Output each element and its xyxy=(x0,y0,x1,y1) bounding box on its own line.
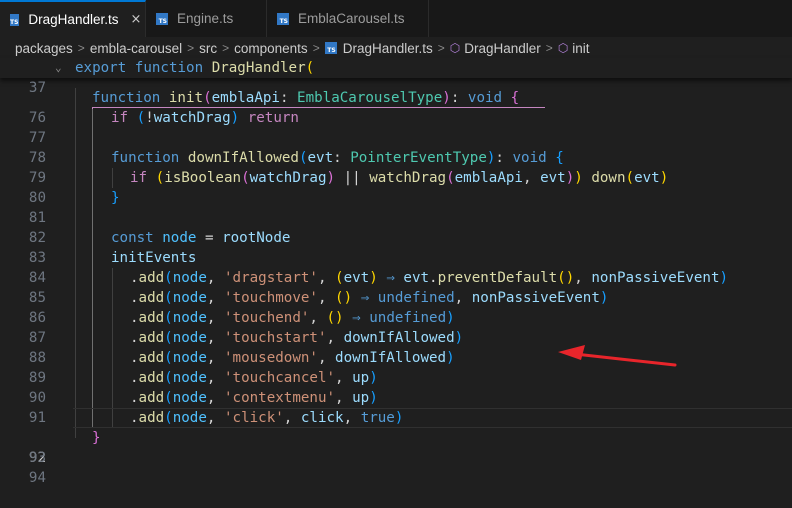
code-text: .add(node, 'mousedown', downIfAllowed) xyxy=(130,350,455,366)
code-line: 77 if (!watchDrag) return xyxy=(0,108,792,146)
code-text: initEvents xyxy=(111,250,197,266)
code-text: } xyxy=(92,430,101,446)
code-text: function downIfAllowed(evt: PointerEvent… xyxy=(111,150,564,166)
breadcrumb: packages > embla-carousel > src > compon… xyxy=(0,37,792,59)
line-number: 37 xyxy=(28,80,46,96)
breadcrumb-inner-function[interactable]: init xyxy=(572,41,589,56)
line-number: 94 xyxy=(28,470,46,486)
typescript-file-icon: TS xyxy=(324,42,337,54)
sticky-scroll-header[interactable]: 37 ⌄ export function DragHandler( xyxy=(0,58,792,96)
chevron-down-icon[interactable]: ⌄ xyxy=(55,58,62,78)
code-text: .add(node, 'touchmove', () ⇒ undefined, … xyxy=(130,290,609,306)
code-line: 93 } xyxy=(0,428,792,466)
code-line: 83 const node = rootNode xyxy=(0,228,792,266)
code-text: .add(node, 'touchstart', downIfAllowed) xyxy=(130,330,464,346)
code-line: 84 initEvents xyxy=(0,248,792,286)
code-line: 85 .add(node, 'dragstart', (evt) ⇒ evt.p… xyxy=(0,268,792,306)
tab-label: Engine.ts xyxy=(177,11,234,26)
cube-symbol-icon: ⬡ xyxy=(449,41,461,55)
typescript-file-icon: TS xyxy=(10,13,20,26)
tab-bar: TS DragHandler.ts × TS Engine.ts TS Embl… xyxy=(0,0,792,38)
code-line: 80 if (isBoolean(watchDrag) || watchDrag… xyxy=(0,168,792,206)
code-line: 78 xyxy=(0,128,792,166)
typescript-file-icon: TS xyxy=(156,12,168,25)
code-text: const node = rootNode xyxy=(111,230,291,246)
code-line: 87 .add(node, 'touchend', () ⇒ undefined… xyxy=(0,308,792,346)
code-line-current: 92 .add(node, 'click', click, true) xyxy=(0,408,792,466)
chevron-right-icon: > xyxy=(437,41,445,55)
chevron-right-icon: > xyxy=(187,41,195,55)
code-text: .add(node, 'dragstart', (evt) ⇒ evt.prev… xyxy=(130,270,729,286)
tab-engine[interactable]: TS Engine.ts xyxy=(146,0,267,37)
code-line: 82 xyxy=(0,208,792,246)
close-icon[interactable]: × xyxy=(130,12,141,27)
tab-label: EmblaCarousel.ts xyxy=(298,11,405,26)
code-text: .add(node, 'touchend', () ⇒ undefined) xyxy=(130,310,455,326)
code-line: 91 .add(node, 'contextmenu', up) xyxy=(0,388,792,426)
annotation-arrow-icon xyxy=(558,345,677,367)
code-text: .add(node, 'contextmenu', up) xyxy=(130,390,378,406)
chevron-right-icon: > xyxy=(545,41,553,55)
chevron-right-icon: > xyxy=(222,41,230,55)
breadcrumb-src[interactable]: src xyxy=(199,41,217,56)
code-text: function init(emblaApi: EmblaCarouselTyp… xyxy=(92,90,520,106)
code-line: 76 function init(emblaApi: EmblaCarousel… xyxy=(0,88,792,126)
sticky-line[interactable]: 37 ⌄ export function DragHandler( xyxy=(0,58,792,96)
tab-emblacarousel[interactable]: TS EmblaCarousel.ts xyxy=(267,0,429,37)
tab-label: DragHandler.ts xyxy=(28,12,119,27)
code-text: .add(node, 'click', click, true) xyxy=(130,410,404,426)
code-line: 86 .add(node, 'touchmove', () ⇒ undefine… xyxy=(0,288,792,326)
cube-symbol-icon: ⬡ xyxy=(557,41,569,55)
breadcrumb-packages[interactable]: packages xyxy=(15,41,73,56)
tab-draghandler[interactable]: TS DragHandler.ts × xyxy=(0,0,146,37)
code-editor[interactable]: 76 function init(emblaApi: EmblaCarousel… xyxy=(0,88,792,486)
code-text: if (!watchDrag) return xyxy=(111,110,299,126)
sticky-code: export function DragHandler( xyxy=(75,60,315,76)
breadcrumb-package[interactable]: embla-carousel xyxy=(90,41,182,56)
breadcrumb-function[interactable]: DragHandler xyxy=(464,41,541,56)
breadcrumb-file[interactable]: DragHandler.ts xyxy=(343,41,433,56)
chevron-right-icon: > xyxy=(77,41,85,55)
typescript-file-icon: TS xyxy=(277,12,289,25)
code-text: } xyxy=(111,190,120,206)
breadcrumb-components[interactable]: components xyxy=(234,41,308,56)
code-line: 79 function downIfAllowed(evt: PointerEv… xyxy=(0,148,792,186)
chevron-right-icon: > xyxy=(312,41,320,55)
code-text: if (isBoolean(watchDrag) || watchDrag(em… xyxy=(130,170,669,186)
code-text: .add(node, 'touchcancel', up) xyxy=(130,370,378,386)
code-line: 94 xyxy=(0,448,792,486)
code-line: 81 } xyxy=(0,188,792,226)
